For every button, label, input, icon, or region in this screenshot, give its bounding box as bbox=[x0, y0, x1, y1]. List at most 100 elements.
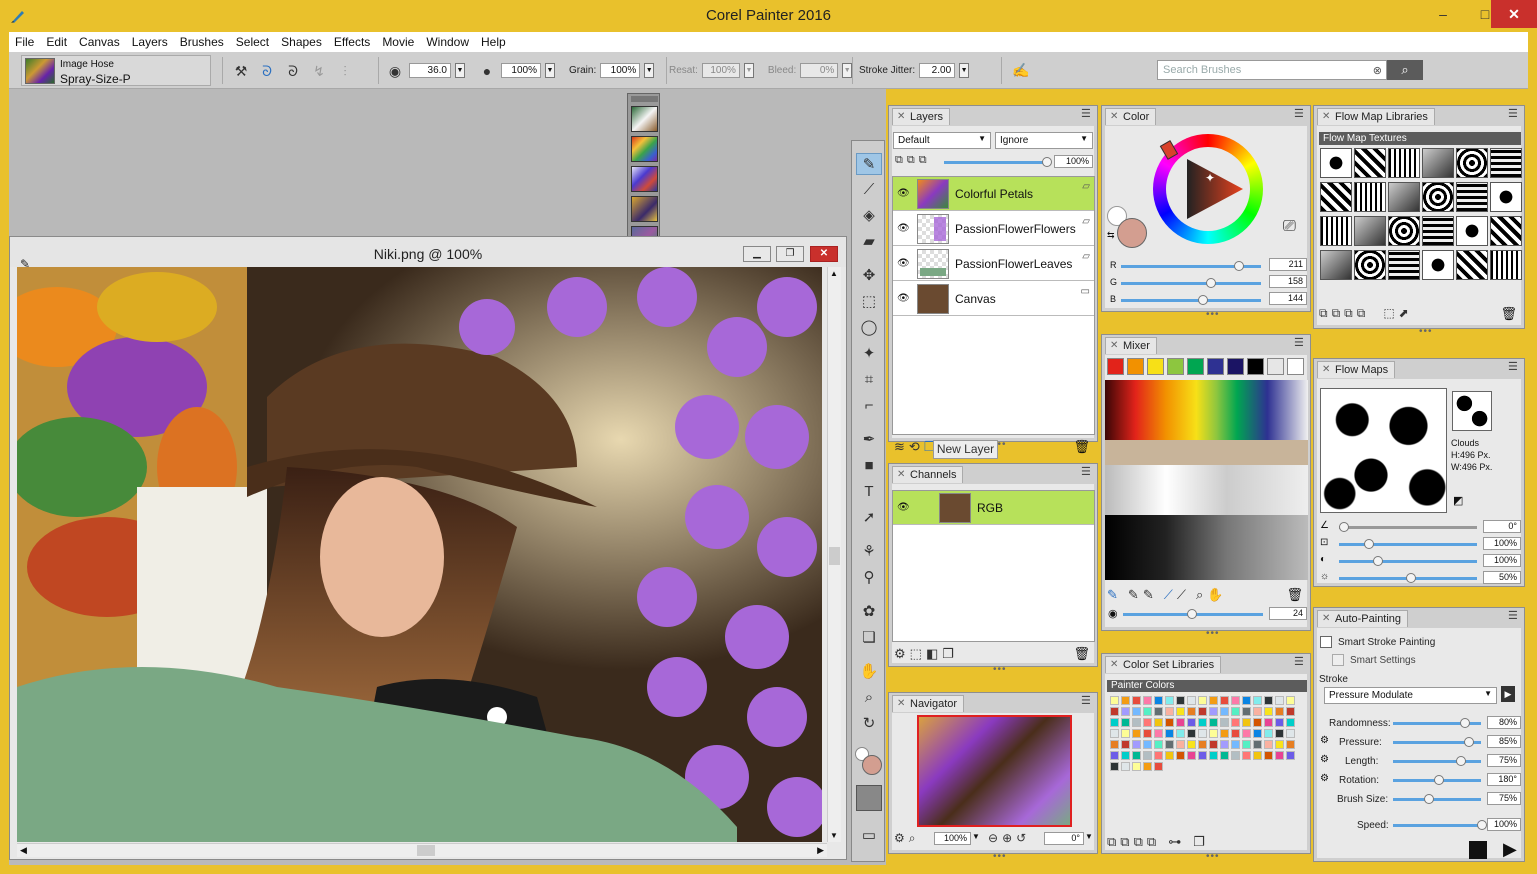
doc-close-button[interactable]: ✕ bbox=[810, 246, 838, 262]
color-set-swatch[interactable] bbox=[1154, 751, 1163, 760]
color-set-swatch[interactable] bbox=[1198, 751, 1207, 760]
color-set-swatch[interactable] bbox=[1110, 729, 1119, 738]
document-vertical-scrollbar[interactable]: ▲ ▼ bbox=[827, 267, 841, 842]
dynamic-plugins-icon[interactable]: ⟲ bbox=[909, 439, 920, 455]
menu-shapes[interactable]: Shapes bbox=[275, 35, 328, 49]
mixer-brush-size-slider[interactable] bbox=[1123, 609, 1263, 619]
nozzle-swatch-1[interactable] bbox=[631, 106, 658, 132]
color-set-swatch[interactable] bbox=[1264, 740, 1273, 749]
close-panel-icon[interactable]: ✕ bbox=[1322, 362, 1330, 378]
channel-row-rgb[interactable]: 👁 RGB bbox=[893, 491, 1094, 525]
saturation-triangle[interactable]: ✦ bbox=[1175, 154, 1245, 224]
color-set-swatch[interactable] bbox=[1220, 696, 1229, 705]
color-set-swatches[interactable] bbox=[1110, 696, 1310, 776]
pressure-knob[interactable] bbox=[1464, 737, 1474, 747]
zoom-dropdown-icon[interactable]: ▼ bbox=[972, 832, 980, 841]
menu-movie[interactable]: Movie bbox=[376, 35, 420, 49]
color-set-swatch[interactable] bbox=[1165, 729, 1174, 738]
layer-opacity-slider[interactable] bbox=[944, 157, 1052, 167]
panel-menu-icon[interactable]: ☰ bbox=[1081, 696, 1093, 708]
canvas-image[interactable] bbox=[17, 267, 822, 842]
flow-map-texture[interactable] bbox=[1320, 216, 1352, 246]
capture-flow-map-icon[interactable]: ⬚ bbox=[1383, 306, 1394, 321]
flow-map-texture[interactable] bbox=[1320, 182, 1352, 212]
color-set-swatch[interactable] bbox=[1264, 707, 1273, 716]
flow-map-contrast-knob[interactable] bbox=[1373, 556, 1383, 566]
color-set-swatch[interactable] bbox=[1110, 707, 1119, 716]
color-set-swatch[interactable] bbox=[1176, 696, 1185, 705]
color-set-swatch[interactable] bbox=[1143, 729, 1152, 738]
color-set-swatch[interactable] bbox=[1143, 762, 1152, 771]
new-color-set-icon[interactable]: ⧉ bbox=[1120, 834, 1129, 850]
color-set-swatch[interactable] bbox=[1187, 718, 1196, 727]
color-set-swatch[interactable] bbox=[1154, 707, 1163, 716]
doc-restore-button[interactable]: ❐ bbox=[776, 246, 804, 262]
nozzle-swatch-3[interactable] bbox=[631, 166, 658, 192]
panel-menu-icon[interactable]: ☰ bbox=[1508, 611, 1520, 623]
rotation-field[interactable]: 0° bbox=[1044, 832, 1084, 845]
panel-resize-grip[interactable]: ••• bbox=[1206, 309, 1220, 320]
color-set-swatch[interactable] bbox=[1154, 729, 1163, 738]
color-set-swatch[interactable] bbox=[1165, 751, 1174, 760]
zoom-out-icon[interactable]: ⊖ bbox=[988, 831, 998, 845]
flow-map-texture[interactable] bbox=[1354, 250, 1386, 280]
color-set-swatch[interactable] bbox=[1275, 751, 1284, 760]
length-slider[interactable] bbox=[1393, 756, 1481, 766]
clone-color-icon[interactable]: ⎚ bbox=[1283, 218, 1296, 236]
reset-tool-icon[interactable]: ⚒ bbox=[231, 61, 251, 81]
color-set-swatch[interactable] bbox=[1242, 696, 1251, 705]
new-library-icon[interactable]: ⧉ bbox=[1332, 306, 1341, 321]
flow-map-scale-knob[interactable] bbox=[1364, 539, 1374, 549]
color-set-swatch[interactable] bbox=[1242, 729, 1251, 738]
rotate-page-tool-icon[interactable]: ↻ bbox=[856, 713, 882, 735]
import-library-icon[interactable]: ⧉ bbox=[1344, 306, 1353, 321]
color-set-swatch[interactable] bbox=[1132, 718, 1141, 727]
main-color-swatch[interactable] bbox=[1117, 218, 1147, 248]
layer-row-passionflowerleaves[interactable]: 👁 PassionFlowerLeaves ▱ bbox=[893, 247, 1094, 281]
flow-map-texture[interactable] bbox=[1354, 148, 1386, 178]
color-set-swatch[interactable] bbox=[1110, 696, 1119, 705]
color-set-swatch[interactable] bbox=[1220, 718, 1229, 727]
green-knob[interactable] bbox=[1206, 278, 1216, 288]
speed-knob[interactable] bbox=[1477, 820, 1487, 830]
flow-map-texture[interactable] bbox=[1456, 148, 1488, 178]
color-set-swatch[interactable] bbox=[1253, 718, 1262, 727]
color-set-swatch[interactable] bbox=[1275, 707, 1284, 716]
flow-map-texture[interactable] bbox=[1320, 250, 1352, 280]
shape-selection-tool-icon[interactable]: ➚ bbox=[856, 507, 882, 529]
menu-window[interactable]: Window bbox=[420, 35, 475, 49]
color-set-swatch[interactable] bbox=[1231, 729, 1240, 738]
blue-value[interactable]: 144 bbox=[1269, 292, 1307, 305]
flow-map-brightness-value[interactable]: 50% bbox=[1483, 571, 1521, 584]
layer-row-passionflowerflowers[interactable]: 👁 PassionFlowerFlowers ▱ bbox=[893, 212, 1094, 246]
flow-map-texture[interactable] bbox=[1354, 182, 1386, 212]
color-set-swatch[interactable] bbox=[1198, 707, 1207, 716]
navigator-preview[interactable] bbox=[917, 715, 1072, 827]
magnifier-tool-icon[interactable]: ⌕ bbox=[856, 687, 882, 709]
panel-menu-icon[interactable]: ☰ bbox=[1508, 109, 1520, 121]
color-set-swatch[interactable] bbox=[1176, 729, 1185, 738]
color-set-swatch[interactable] bbox=[1132, 707, 1141, 716]
flow-map-angle-value[interactable]: 0° bbox=[1483, 520, 1521, 533]
color-set-swatch[interactable] bbox=[1143, 718, 1152, 727]
dropper-tool-icon[interactable]: ⟋ bbox=[856, 179, 882, 201]
rotation-knob[interactable] bbox=[1434, 775, 1444, 785]
swap-colors-icon[interactable]: ⇆ bbox=[1107, 230, 1115, 241]
mixer-swatch-white[interactable] bbox=[1287, 358, 1304, 375]
eye-icon[interactable]: 👁 bbox=[897, 188, 910, 199]
eraser-tool-icon[interactable]: ▰ bbox=[856, 231, 882, 253]
color-set-swatch[interactable] bbox=[1286, 729, 1295, 738]
panel-menu-icon[interactable]: ☰ bbox=[1294, 338, 1306, 350]
randomness-slider[interactable] bbox=[1393, 718, 1481, 728]
color-set-swatch[interactable] bbox=[1253, 740, 1262, 749]
color-set-swatch[interactable] bbox=[1286, 696, 1295, 705]
trash-icon[interactable]: 🗑 bbox=[1073, 646, 1090, 662]
stroke-jitter-dropdown[interactable]: ▼ bbox=[959, 63, 970, 78]
color-set-swatch[interactable] bbox=[1121, 696, 1130, 705]
scroll-up-arrow-icon[interactable]: ▲ bbox=[830, 269, 838, 278]
smart-stroke-checkbox[interactable] bbox=[1320, 636, 1332, 648]
color-set-swatch[interactable] bbox=[1231, 707, 1240, 716]
vertical-scroll-thumb[interactable] bbox=[829, 547, 840, 565]
brush-size-knob[interactable] bbox=[1424, 794, 1434, 804]
color-set-swatch[interactable] bbox=[1253, 751, 1262, 760]
